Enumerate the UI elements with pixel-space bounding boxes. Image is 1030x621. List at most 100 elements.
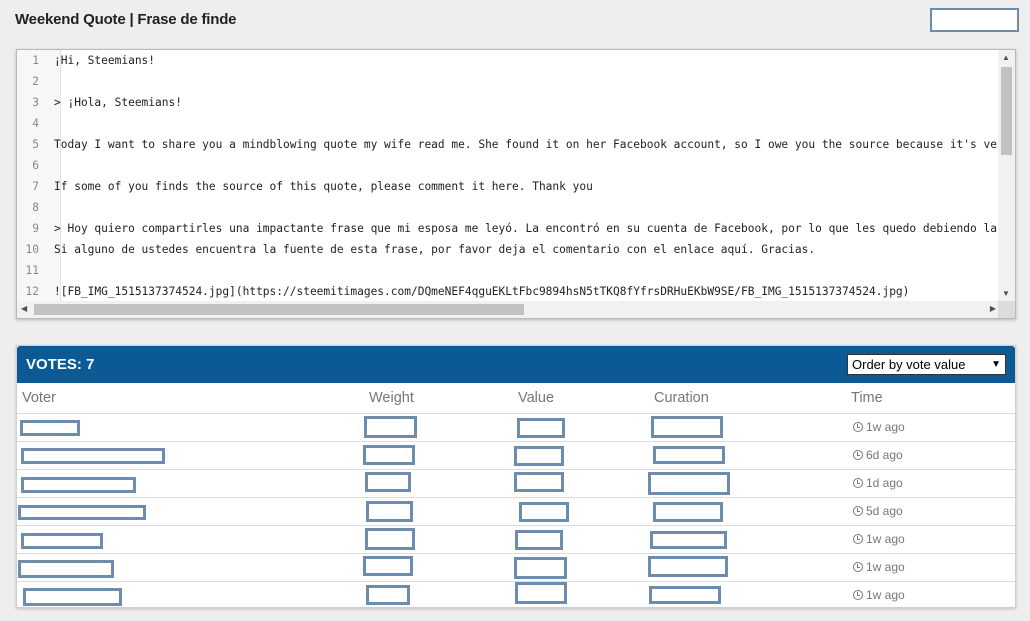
curation-redacted bbox=[648, 556, 728, 577]
weight-redacted bbox=[363, 445, 415, 465]
voter-redacted[interactable] bbox=[18, 505, 146, 520]
vote-row: 1d ago bbox=[17, 469, 1015, 497]
scroll-down-arrow-icon[interactable]: ▼ bbox=[1002, 289, 1010, 299]
column-header-value[interactable]: Value bbox=[518, 390, 554, 406]
votes-panel: VOTES: 7 Order by vote value ▼ Voter Wei… bbox=[16, 345, 1016, 608]
voter-redacted[interactable] bbox=[20, 420, 80, 436]
voter-redacted[interactable] bbox=[21, 448, 165, 464]
vote-time-text: 1w ago bbox=[866, 532, 905, 546]
vote-row: 1w ago bbox=[17, 413, 1015, 441]
page-title: Weekend Quote | Frase de finde bbox=[15, 11, 237, 28]
line-number: 10 bbox=[25, 243, 39, 256]
weight-redacted bbox=[363, 556, 413, 576]
curation-redacted bbox=[653, 502, 723, 522]
weight-redacted bbox=[366, 585, 410, 605]
column-header-curation[interactable]: Curation bbox=[654, 390, 709, 406]
code-line[interactable]: 9 > Hoy quiero compartirles una impactant… bbox=[17, 218, 997, 239]
vote-time-text: 1w ago bbox=[866, 420, 905, 434]
vote-time-text: 1w ago bbox=[866, 588, 905, 602]
value-redacted bbox=[515, 582, 567, 604]
code-line[interactable]: 8 bbox=[17, 197, 997, 218]
vertical-scroll-thumb[interactable] bbox=[1001, 67, 1012, 155]
code-line-text: If some of you finds the source of this … bbox=[54, 180, 593, 193]
vertical-scrollbar[interactable]: ▲ ▼ bbox=[998, 50, 1015, 302]
value-redacted bbox=[514, 557, 567, 579]
vote-row: 1w ago bbox=[17, 525, 1015, 553]
code-line-text: Si alguno de ustedes encuentra la fuente… bbox=[54, 243, 816, 256]
votes-header: VOTES: 7 Order by vote value ▼ bbox=[17, 346, 1015, 383]
voter-redacted[interactable] bbox=[21, 477, 136, 493]
clock-icon bbox=[853, 562, 863, 572]
weight-redacted bbox=[365, 528, 415, 550]
vote-time-text: 6d ago bbox=[866, 448, 903, 462]
weight-redacted bbox=[365, 472, 411, 492]
code-line-text: ¡Hi, Steemians! bbox=[54, 54, 156, 67]
curation-redacted bbox=[649, 586, 721, 604]
voter-redacted[interactable] bbox=[23, 588, 122, 606]
scroll-up-arrow-icon[interactable]: ▲ bbox=[1002, 53, 1010, 63]
markdown-editor[interactable]: 1 ¡Hi, Steemians! 2 3 > ¡Hola, Steemians! 4 5 T… bbox=[16, 49, 1016, 319]
code-line-text: Today I want to share you a mindblowing … bbox=[54, 138, 997, 151]
scroll-left-arrow-icon[interactable]: ◀ bbox=[21, 304, 27, 314]
value-redacted bbox=[517, 418, 565, 438]
code-line[interactable]: 6 bbox=[17, 155, 997, 176]
vote-time: 5d ago bbox=[853, 504, 903, 518]
clock-icon bbox=[853, 450, 863, 460]
voter-redacted[interactable] bbox=[21, 533, 103, 549]
code-line[interactable]: 11 bbox=[17, 260, 997, 281]
column-header-weight[interactable]: Weight bbox=[369, 390, 414, 406]
vote-time: 6d ago bbox=[853, 448, 903, 462]
line-number: 11 bbox=[25, 264, 39, 277]
code-line[interactable]: 10 Si alguno de ustedes encuentra la fuen… bbox=[17, 239, 997, 260]
code-line[interactable]: 2 bbox=[17, 71, 997, 92]
line-number: 5 bbox=[32, 138, 39, 151]
order-by-select[interactable]: Order by vote value ▼ bbox=[847, 354, 1006, 375]
code-line[interactable]: 7 If some of you finds the source of this… bbox=[17, 176, 997, 197]
line-number: 7 bbox=[32, 180, 39, 193]
vote-row: 5d ago bbox=[17, 497, 1015, 525]
column-header-time[interactable]: Time bbox=[851, 390, 883, 406]
line-number: 9 bbox=[32, 222, 39, 235]
code-line-text: > Hoy quiero compartirles una impactante… bbox=[54, 222, 997, 235]
code-line[interactable]: 1 ¡Hi, Steemians! bbox=[17, 50, 997, 71]
line-number: 4 bbox=[32, 117, 39, 130]
value-redacted bbox=[514, 472, 564, 492]
horizontal-scrollbar[interactable]: ◀ ▶ bbox=[17, 301, 1000, 318]
scroll-right-arrow-icon[interactable]: ▶ bbox=[990, 304, 996, 314]
value-redacted bbox=[514, 446, 564, 466]
vote-time: 1w ago bbox=[853, 588, 905, 602]
votes-count-title: VOTES: 7 bbox=[26, 356, 95, 373]
line-number: 1 bbox=[32, 54, 39, 67]
curation-redacted bbox=[651, 416, 723, 438]
code-line[interactable]: 12 ![FB_IMG_1515137374524.jpg](https://st… bbox=[17, 281, 997, 302]
clock-icon bbox=[853, 478, 863, 488]
clock-icon bbox=[853, 534, 863, 544]
weight-redacted bbox=[366, 501, 413, 522]
vote-time-text: 5d ago bbox=[866, 504, 903, 518]
voter-redacted[interactable] bbox=[18, 560, 114, 578]
code-line[interactable]: 4 bbox=[17, 113, 997, 134]
horizontal-scroll-thumb[interactable] bbox=[34, 304, 524, 315]
vote-time: 1d ago bbox=[853, 476, 903, 490]
vote-time: 1w ago bbox=[853, 420, 905, 434]
curation-redacted bbox=[653, 446, 725, 464]
vote-time: 1w ago bbox=[853, 560, 905, 574]
curation-redacted bbox=[648, 472, 730, 495]
clock-icon bbox=[853, 590, 863, 600]
vote-row: 6d ago bbox=[17, 441, 1015, 469]
code-line[interactable]: 5 Today I want to share you a mindblowing… bbox=[17, 134, 997, 155]
vote-time: 1w ago bbox=[853, 532, 905, 546]
clock-icon bbox=[853, 506, 863, 516]
curation-redacted bbox=[650, 531, 727, 549]
code-line-text: ![FB_IMG_1515137374524.jpg](https://stee… bbox=[54, 285, 910, 298]
clock-icon bbox=[853, 422, 863, 432]
redacted-button[interactable] bbox=[930, 8, 1019, 32]
vote-time-text: 1w ago bbox=[866, 560, 905, 574]
code-line[interactable]: 3 > ¡Hola, Steemians! bbox=[17, 92, 997, 113]
value-redacted bbox=[519, 502, 569, 522]
vote-time-text: 1d ago bbox=[866, 476, 903, 490]
line-number: 12 bbox=[25, 285, 39, 298]
column-header-voter[interactable]: Voter bbox=[22, 390, 56, 406]
order-by-select-label: Order by vote value bbox=[852, 357, 966, 372]
line-number: 2 bbox=[32, 75, 39, 88]
